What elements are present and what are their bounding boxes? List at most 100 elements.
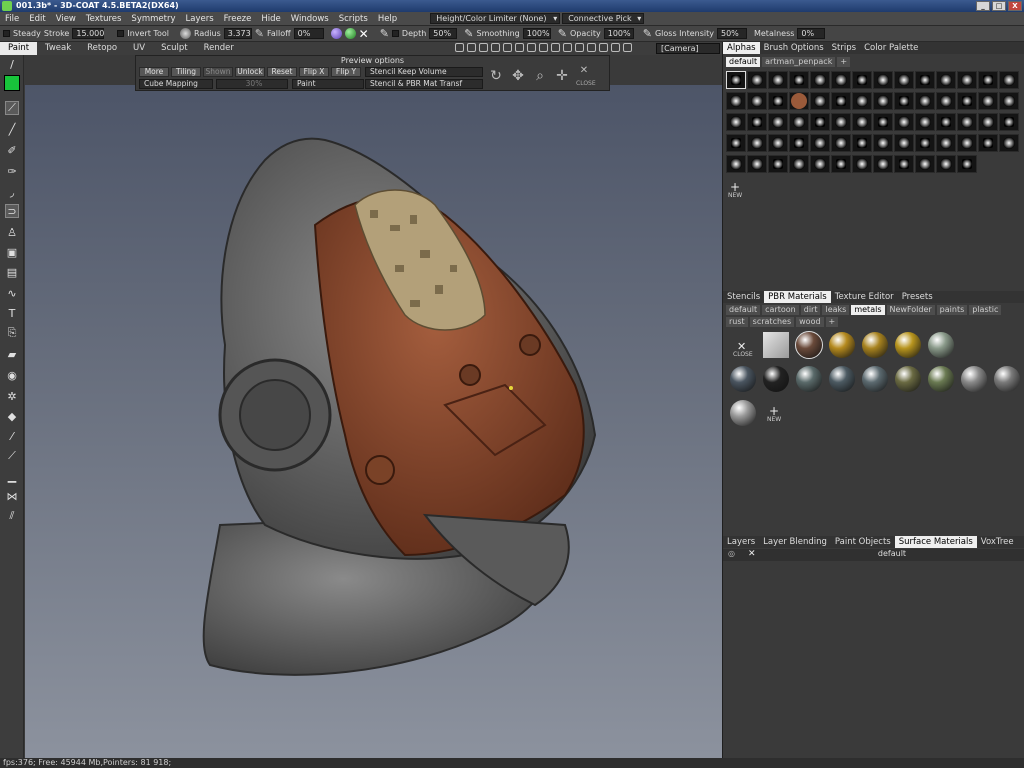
hide-icon[interactable] — [563, 43, 572, 52]
visibility-eye-icon[interactable]: ◎ — [728, 549, 735, 558]
sun-light-icon[interactable] — [455, 43, 464, 52]
alpha-thumbnail[interactable] — [768, 71, 788, 89]
tab-alphas[interactable]: Alphas — [723, 42, 760, 54]
rotate-preview-icon[interactable]: ↻ — [488, 68, 504, 84]
surface-material-row[interactable]: ◎ ✕ default — [723, 549, 1024, 561]
pan-icon[interactable] — [503, 43, 512, 52]
more-button[interactable]: More — [139, 67, 169, 77]
alpha-thumbnail[interactable] — [852, 71, 872, 89]
alpha-thumbnail[interactable] — [894, 134, 914, 152]
alpha-thumbnail[interactable] — [873, 71, 893, 89]
alpha-thumbnail[interactable] — [810, 155, 830, 173]
mirror-icon[interactable] — [611, 43, 620, 52]
alpha-thumbnail[interactable] — [768, 134, 788, 152]
alpha-thumbnail[interactable] — [789, 113, 809, 131]
material-swatch[interactable] — [763, 332, 789, 358]
mat-filter-leaks[interactable]: leaks — [822, 305, 850, 315]
opacity-pen-icon[interactable]: ✎ — [558, 27, 567, 40]
ruler-tool-icon[interactable]: ⫽ — [5, 509, 19, 523]
flatten-tool-icon[interactable]: ◞ — [5, 185, 19, 199]
alpha-thumbnail[interactable] — [915, 113, 935, 131]
menu-scripts[interactable]: Scripts — [334, 14, 373, 24]
alpha-thumbnail[interactable] — [978, 71, 998, 89]
gear-tool-icon[interactable]: ✲ — [5, 389, 19, 403]
material-swatch[interactable] — [829, 332, 855, 358]
3d-viewport[interactable] — [25, 85, 722, 758]
eraser-tool-icon[interactable]: ▰ — [5, 347, 19, 361]
alpha-thumbnail[interactable] — [873, 92, 893, 110]
opacity-field[interactable]: 100% — [603, 28, 634, 39]
mat-filter-cartoon[interactable]: cartoon — [762, 305, 799, 315]
delete-row-icon[interactable]: ✕ — [748, 549, 756, 559]
alpha-thumbnail[interactable] — [789, 155, 809, 173]
alpha-thumbnail[interactable] — [978, 113, 998, 131]
clear-x-icon[interactable]: ✕ — [359, 27, 369, 41]
alpha-thumbnail[interactable] — [894, 155, 914, 173]
close-button[interactable]: X — [1008, 1, 1022, 11]
frame-icon[interactable] — [623, 43, 632, 52]
alpha-thumbnail[interactable] — [831, 134, 851, 152]
alpha-thumbnail[interactable] — [999, 71, 1019, 89]
menu-windows[interactable]: Windows — [286, 14, 334, 24]
tab-brush-options[interactable]: Brush Options — [760, 42, 828, 54]
brush-tool-icon[interactable]: ⟋ — [5, 101, 19, 115]
tab-uv[interactable]: UV — [125, 42, 153, 55]
alpha-thumbnail[interactable] — [957, 71, 977, 89]
alpha-thumbnail[interactable] — [747, 113, 767, 131]
sphere-icon[interactable] — [575, 43, 584, 52]
material-swatch[interactable] — [763, 366, 789, 392]
menu-layers[interactable]: Layers — [181, 14, 219, 24]
material-swatch[interactable] — [730, 366, 756, 392]
smoothing-pen-icon[interactable]: ✎ — [464, 27, 473, 40]
alpha-thumbnail[interactable] — [999, 92, 1019, 110]
smudge-tool-icon[interactable]: ✑ — [5, 164, 19, 178]
material-swatch[interactable] — [796, 366, 822, 392]
alphas-filter-default[interactable]: default — [726, 57, 761, 67]
move-icon[interactable] — [467, 43, 476, 52]
material-swatch[interactable] — [961, 366, 987, 392]
alpha-thumbnail[interactable] — [831, 92, 851, 110]
brush-pen-icon[interactable]: ✎ — [255, 27, 264, 40]
tab-retopo[interactable]: Retopo — [79, 42, 125, 55]
alpha-thumbnail[interactable] — [915, 155, 935, 173]
alpha-thumbnail[interactable] — [999, 134, 1019, 152]
tab-voxtree[interactable]: VoxTree — [977, 536, 1018, 548]
alpha-thumbnail[interactable] — [726, 92, 746, 110]
alpha-thumbnail[interactable] — [873, 155, 893, 173]
menu-edit[interactable]: Edit — [24, 14, 50, 24]
alpha-thumbnail[interactable] — [726, 134, 746, 152]
maximize-button[interactable]: □ — [992, 1, 1006, 11]
alpha-thumbnail[interactable] — [957, 155, 977, 173]
minimize-button[interactable]: _ — [976, 1, 990, 11]
material-sphere-icon[interactable] — [330, 28, 342, 39]
alpha-thumbnail[interactable] — [873, 113, 893, 131]
alpha-thumbnail[interactable] — [978, 92, 998, 110]
alpha-thumbnail[interactable] — [789, 134, 809, 152]
tab-strips[interactable]: Strips — [828, 42, 860, 54]
paint-mode-dropdown[interactable]: Paint — [292, 79, 364, 89]
redo-icon[interactable] — [539, 43, 548, 52]
alpha-thumbnail[interactable] — [768, 113, 788, 131]
butterfly-tool-icon[interactable]: ⋈ — [5, 489, 19, 503]
depth-pen-icon[interactable]: ✎ — [380, 27, 389, 40]
flip-x-button[interactable]: Flip X — [299, 67, 329, 77]
smoothing-field[interactable]: 100% — [522, 28, 551, 39]
gloss-intensity-field[interactable]: 50% — [716, 28, 747, 39]
material-swatch[interactable] — [994, 366, 1020, 392]
fill-tool-icon[interactable]: ⊃ — [5, 204, 19, 218]
layer-tool-icon[interactable]: ▁ — [5, 469, 19, 483]
tab-paint-objects[interactable]: Paint Objects — [831, 536, 895, 548]
radius-field[interactable]: 3.373 — [223, 28, 252, 39]
alpha-thumbnail[interactable] — [894, 92, 914, 110]
move-preview-icon[interactable]: ✥ — [510, 68, 526, 84]
alpha-thumbnail[interactable] — [726, 113, 746, 131]
alpha-thumbnail[interactable] — [747, 71, 767, 89]
menu-view[interactable]: View — [51, 14, 81, 24]
material-swatch[interactable] — [862, 366, 888, 392]
text-tool-icon[interactable]: T — [5, 306, 19, 320]
line-tool-icon[interactable]: ╱ — [5, 122, 19, 136]
tab-texture-editor[interactable]: Texture Editor — [831, 291, 898, 303]
camera-dropdown[interactable]: [Camera] — [656, 43, 720, 54]
alpha-thumbnail[interactable] — [726, 155, 746, 173]
alpha-thumbnail[interactable] — [894, 113, 914, 131]
